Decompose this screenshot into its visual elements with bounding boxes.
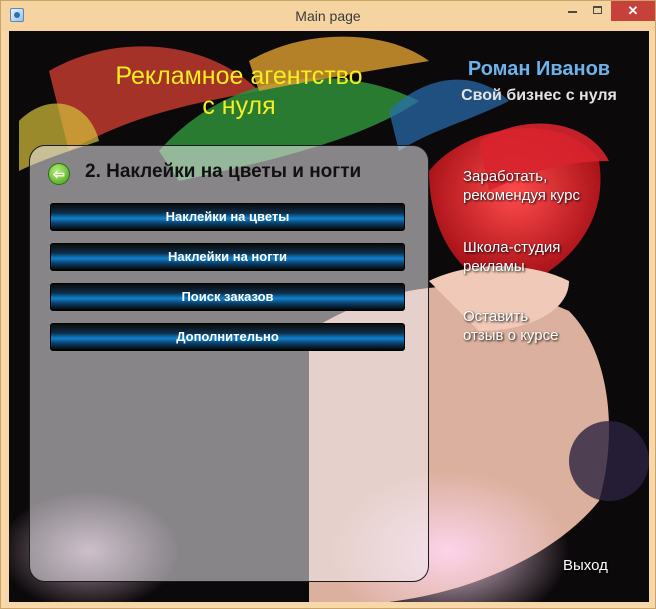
- app-heading: Рекламное агентство с нуля: [69, 61, 409, 121]
- review-link-line2: отзыв о курсе: [463, 327, 559, 344]
- app-heading-line2: с нуля: [202, 92, 276, 120]
- studio-link[interactable]: Школа-студия рекламы: [463, 238, 560, 276]
- earn-link-line2: рекомендуя курс: [463, 187, 580, 204]
- review-link[interactable]: Оставить отзыв о курсе: [463, 307, 558, 345]
- app-heading-line1: Рекламное агентство: [115, 62, 363, 90]
- earn-link[interactable]: Заработать, рекомендуя курс: [463, 167, 580, 205]
- studio-link-line2: рекламы: [463, 258, 525, 275]
- tagline: Свой бизнес с нуля: [461, 87, 617, 104]
- close-icon: ✕: [627, 3, 639, 18]
- maximize-icon: [593, 6, 602, 14]
- studio-link-line1: Школа-студия: [463, 239, 561, 256]
- nail-stickers-button[interactable]: Наклейки на ногти: [50, 243, 405, 271]
- close-button[interactable]: ✕: [611, 1, 655, 21]
- exit-link[interactable]: Выход: [563, 557, 608, 574]
- review-link-line1: Оставить: [463, 308, 529, 325]
- minimize-button[interactable]: [559, 1, 585, 21]
- app-window: Main page ✕ Рекламное агентство с нуля Р…: [0, 0, 656, 609]
- window-title: Main page: [295, 8, 361, 24]
- author-name: Роман Иванов: [467, 58, 611, 80]
- back-arrow-glyph: ⇦: [53, 166, 65, 182]
- minimize-icon: [568, 11, 577, 13]
- flower-stickers-button[interactable]: Наклейки на цветы: [50, 203, 405, 231]
- order-search-button[interactable]: Поиск заказов: [50, 283, 405, 311]
- additional-button[interactable]: Дополнительно: [50, 323, 405, 351]
- maximize-button[interactable]: [585, 1, 611, 21]
- panel-title: 2. Наклейки на цветы и ногти: [85, 161, 362, 182]
- back-arrow-icon[interactable]: ⇦: [48, 163, 70, 185]
- earn-link-line1: Заработать,: [463, 168, 548, 185]
- title-bar[interactable]: Main page ✕: [1, 1, 655, 31]
- menu-panel: ⇦ 2. Наклейки на цветы и ногти Наклейки …: [29, 145, 429, 582]
- main-content: Рекламное агентство с нуля Роман Иванов …: [9, 31, 649, 602]
